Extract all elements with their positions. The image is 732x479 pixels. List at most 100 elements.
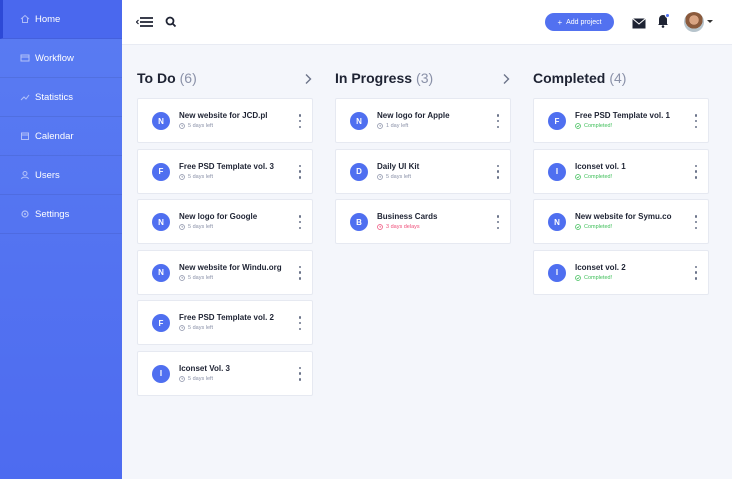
task-card[interactable]: N New logo for Google 5 days left <box>137 199 313 244</box>
column-count: (6) <box>179 70 197 86</box>
column-count: (4) <box>609 70 627 86</box>
more-vertical-icon[interactable] <box>694 164 698 179</box>
more-vertical-icon[interactable] <box>298 366 302 381</box>
column-title: Completed <box>533 70 606 86</box>
chevron-right-icon[interactable] <box>303 72 313 84</box>
mail-icon[interactable] <box>632 16 646 29</box>
chevron-right-icon[interactable] <box>501 72 511 84</box>
task-meta: Completed! <box>575 224 612 230</box>
task-title: New logo for Apple <box>377 111 450 120</box>
task-initial-avatar: I <box>152 364 170 383</box>
column-title: To Do <box>137 70 176 86</box>
search-icon[interactable] <box>164 15 178 29</box>
task-initial-avatar: N <box>152 112 170 130</box>
task-initial-avatar: F <box>548 112 566 130</box>
more-vertical-icon[interactable] <box>298 215 302 229</box>
task-meta-text: Completed! <box>584 123 613 129</box>
more-vertical-icon[interactable] <box>496 114 500 128</box>
task-card[interactable]: N New logo for Apple 1 day left <box>335 98 511 143</box>
task-meta-text: Completed! <box>584 274 613 281</box>
check-circle-icon <box>575 173 581 180</box>
add-project-button[interactable]: + Add project <box>545 13 614 31</box>
task-initial-avatar: I <box>548 162 566 181</box>
more-vertical-icon[interactable] <box>298 114 302 128</box>
sidebar-item-users[interactable]: Users <box>0 156 122 195</box>
sidebar-item-label: Settings <box>35 208 70 220</box>
more-vertical-icon[interactable] <box>694 215 698 229</box>
avatar[interactable] <box>684 12 704 32</box>
sidebar-item-settings[interactable]: Settings <box>0 195 122 234</box>
task-initial-avatar: N <box>548 213 566 231</box>
task-card[interactable]: N New website for Windu.org 5 days left <box>137 249 313 295</box>
task-card[interactable]: I Iconset Vol. 3 5 days left <box>137 350 313 396</box>
clock-icon <box>377 224 383 230</box>
task-card[interactable]: D Daily UI Kit 5 days left <box>335 148 511 194</box>
task-meta-text: 5 days left <box>188 224 214 230</box>
task-card[interactable]: F Free PSD Template vol. 3 5 days left <box>137 148 313 194</box>
task-meta: Completed! <box>575 275 612 281</box>
task-card[interactable]: B Business Cards 3 days delays <box>335 199 511 244</box>
task-initial-avatar: D <box>350 162 368 181</box>
menu-toggle-icon[interactable] <box>135 15 154 29</box>
sidebar-item-label: Statistics <box>35 91 74 103</box>
users-icon <box>20 170 30 180</box>
task-title: New website for JCD.pl <box>179 111 268 120</box>
task-title: Iconset vol. 1 <box>575 161 626 171</box>
check-circle-icon <box>575 274 581 281</box>
sidebar-item-calendar[interactable]: Calendar <box>0 117 122 156</box>
sidebar: Home Workflow Statistics Calendar Users … <box>0 0 122 479</box>
plus-icon: + <box>557 17 563 27</box>
task-initial-avatar: I <box>548 263 566 282</box>
task-meta: 5 days left <box>179 275 213 281</box>
more-vertical-icon[interactable] <box>496 215 500 229</box>
task-card[interactable]: F Free PSD Template vol. 2 5 days left <box>137 300 313 345</box>
task-meta: 1 day left <box>377 123 408 129</box>
task-initial-avatar: N <box>152 263 170 282</box>
sidebar-item-home[interactable]: Home <box>0 0 122 39</box>
task-meta: 5 days left <box>179 224 213 230</box>
more-vertical-icon[interactable] <box>694 114 698 128</box>
task-initial-avatar: F <box>152 162 170 181</box>
check-circle-icon <box>575 123 581 129</box>
more-vertical-icon[interactable] <box>298 316 302 330</box>
column-title: In Progress <box>335 70 413 86</box>
task-title: New logo for Google <box>179 212 258 221</box>
more-vertical-icon[interactable] <box>496 164 500 179</box>
sidebar-item-statistics[interactable]: Statistics <box>0 78 122 117</box>
task-meta: 5 days left <box>179 376 213 382</box>
clock-icon <box>179 375 185 382</box>
task-meta-text: 5 days left <box>188 375 214 382</box>
sidebar-item-label: Workflow <box>35 52 74 64</box>
task-meta-text: 1 day left <box>386 123 409 129</box>
task-card[interactable]: N New website for Symu.co Completed! <box>533 199 709 244</box>
task-title: Free PSD Template vol. 2 <box>179 313 274 322</box>
task-meta: 3 days delays <box>377 224 420 230</box>
task-meta: 5 days left <box>179 123 213 129</box>
task-meta: 5 days left <box>377 174 411 180</box>
task-meta: Completed! <box>575 174 612 180</box>
task-meta: 5 days left <box>179 174 213 180</box>
column-header: Completed (4) <box>533 67 709 89</box>
bell-icon[interactable] <box>656 13 670 28</box>
task-meta-text: 5 days left <box>188 173 214 180</box>
add-project-label: Add project <box>566 18 602 26</box>
clock-icon <box>179 325 185 331</box>
task-title: Business Cards <box>377 212 438 221</box>
task-card[interactable]: I Iconset vol. 2 Completed! <box>533 249 709 295</box>
chevron-down-icon[interactable] <box>707 20 713 23</box>
workflow-icon <box>20 53 30 63</box>
task-card[interactable]: F Free PSD Template vol. 1 Completed! <box>533 98 709 143</box>
task-card[interactable]: N New website for JCD.pl 5 days left <box>137 98 313 143</box>
topbar: + Add project <box>122 0 732 45</box>
more-vertical-icon[interactable] <box>298 265 302 280</box>
more-vertical-icon[interactable] <box>694 265 698 280</box>
more-vertical-icon[interactable] <box>298 164 302 179</box>
column-to-do: To Do (6) N New website for JCD.pl 5 days le… <box>137 67 313 396</box>
clock-icon <box>377 123 383 129</box>
sidebar-item-workflow[interactable]: Workflow <box>0 39 122 78</box>
task-title: Free PSD Template vol. 1 <box>575 111 670 120</box>
clock-icon <box>179 274 185 281</box>
task-card[interactable]: I Iconset vol. 1 Completed! <box>533 148 709 194</box>
sidebar-item-label: Calendar <box>35 130 74 142</box>
task-meta-text: 3 days delays <box>386 224 420 230</box>
